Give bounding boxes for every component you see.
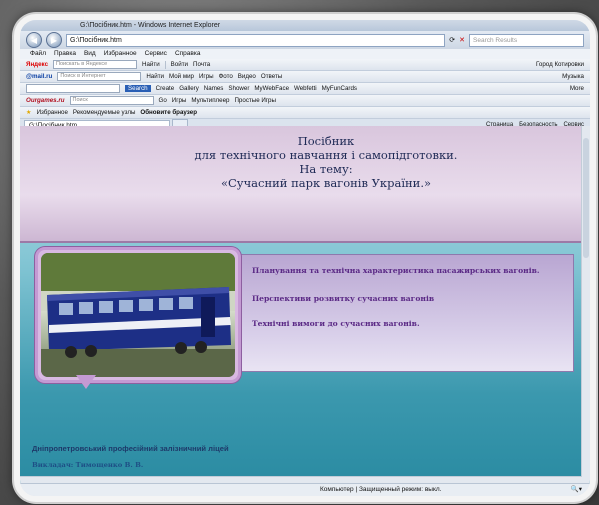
title-line-1: Посібник xyxy=(297,134,355,148)
train-car-image xyxy=(41,253,235,377)
vertical-scrollbar[interactable] xyxy=(581,126,590,484)
favorites-suggested[interactable]: Рекомендуемые узлы xyxy=(73,109,135,116)
page-title: Посібник для технічного навчання і самоп… xyxy=(100,134,552,190)
search-placeholder: Search Results xyxy=(473,36,518,44)
screenshot-frame: G:\Посібник.htm - Windows Internet Explo… xyxy=(14,14,596,502)
tb-create[interactable]: Create xyxy=(156,85,175,92)
forward-button[interactable]: ▶ xyxy=(46,32,62,48)
tb-names[interactable]: Names xyxy=(204,85,224,92)
mail-music[interactable]: Музыка xyxy=(562,73,590,80)
school-name: Дніпропетровський професійний залізнични… xyxy=(32,444,229,453)
yandex-right-group: Город Котировки xyxy=(536,61,590,68)
menu-favorites[interactable]: Избранное xyxy=(104,49,137,59)
page-header-band: Посібник для технічного навчання і самоп… xyxy=(20,126,582,243)
ourgames-toolbar: Ourgames.ru Поиск Go Игры Мультиплеер Пр… xyxy=(20,95,590,107)
mail-search-input[interactable]: Поиск в Интернет xyxy=(57,72,142,81)
favorites-bar: ★ Избранное Рекомендуемые узлы Обновите … xyxy=(20,107,590,119)
menu-view[interactable]: Вид xyxy=(84,49,96,59)
page-content: Посібник для технічного навчання і самоп… xyxy=(20,126,590,484)
tb-more[interactable]: More xyxy=(570,85,590,92)
menu-help[interactable]: Справка xyxy=(175,49,201,59)
yandex-logo[interactable]: Яндекс xyxy=(26,61,48,68)
menu-file[interactable]: Файл xyxy=(30,49,46,59)
ourgames-logo[interactable]: Ourgames.ru xyxy=(26,97,65,104)
search-button[interactable]: Search xyxy=(125,85,151,92)
zoom-icon[interactable]: 🔍▾ xyxy=(571,484,582,496)
mail-answers[interactable]: Ответы xyxy=(261,73,282,80)
topic-link-1[interactable]: Планування та технічна характеристика па… xyxy=(252,266,540,275)
train-photo xyxy=(41,253,235,377)
train-photo-frame xyxy=(35,247,241,383)
back-button[interactable]: ◀ xyxy=(26,32,42,48)
tb-webfetti[interactable]: Webfetti xyxy=(294,85,317,92)
security-zone: Компьютер | Защищенный режим: выкл. xyxy=(320,486,442,493)
url-text: G:\Посібник.htm xyxy=(70,36,122,44)
yandex-quotes[interactable]: Котировки xyxy=(554,61,584,68)
window-title: G:\Посібник.htm - Windows Internet Explo… xyxy=(80,22,221,29)
tb-shower[interactable]: Shower xyxy=(228,85,249,92)
favorites-label[interactable]: Избранное xyxy=(37,109,68,116)
mail-logo[interactable]: @mail.ru xyxy=(26,73,52,80)
mail-toolbar: @mail.ru Поиск в Интернет Найти Мой мир … xyxy=(20,71,590,83)
yandex-city[interactable]: Город xyxy=(536,61,553,68)
menu-bar: Файл Правка Вид Избранное Сервис Справка xyxy=(20,49,590,59)
browser-window: G:\Посібник.htm - Windows Internet Explo… xyxy=(20,20,590,496)
yandex-mail[interactable]: Почта xyxy=(193,61,210,68)
stop-icon[interactable]: ✕ xyxy=(459,36,465,44)
refresh-icon[interactable]: ⟳ xyxy=(449,36,455,44)
mail-find-button[interactable]: Найти xyxy=(146,73,164,80)
status-bar: Компьютер | Защищенный режим: выкл. 🔍▾ xyxy=(20,483,590,496)
yandex-login[interactable]: Войти xyxy=(171,61,188,68)
yandex-search-input[interactable]: Поискать в Яндексе xyxy=(53,60,138,69)
favorites-update[interactable]: Обновите браузер xyxy=(140,109,197,116)
scrollbar-thumb[interactable] xyxy=(583,138,589,258)
search-toolbar: Search Create Gallery Names Shower MyWeb… xyxy=(20,83,590,95)
title-line-3: На тему: xyxy=(299,162,353,176)
tb-myfuncards[interactable]: MyFunCards xyxy=(322,85,357,92)
menu-tools[interactable]: Сервис xyxy=(145,49,167,59)
mail-games[interactable]: Игры xyxy=(199,73,214,80)
title-bar: G:\Посібник.htm - Windows Internet Explo… xyxy=(20,20,590,31)
ourgames-multiplayer[interactable]: Мультиплеер xyxy=(191,97,229,104)
star-icon[interactable]: ★ xyxy=(26,109,32,116)
url-input[interactable]: G:\Посібник.htm xyxy=(66,33,446,47)
mail-photo[interactable]: Фото xyxy=(219,73,233,80)
yandex-toolbar: Яндекс Поискать в Яндексе Найти Войти По… xyxy=(20,59,590,71)
address-bar: ◀ ▶ G:\Посібник.htm ⟳ ✕ Search Results xyxy=(20,31,590,49)
ourgames-games[interactable]: Игры xyxy=(172,97,187,104)
ourgames-search-input[interactable]: Поиск xyxy=(69,96,154,105)
topic-link-2[interactable]: Перспективи розвитку сучасних вагонів xyxy=(252,294,434,303)
ourgames-simple[interactable]: Простые Игры xyxy=(234,97,275,104)
mail-video[interactable]: Видео xyxy=(238,73,256,80)
photo-callout-tail xyxy=(76,375,96,389)
tb-mywebface[interactable]: MyWebFace xyxy=(254,85,289,92)
toolbar-search-field[interactable] xyxy=(26,84,120,93)
teacher-name: Викладач: Тимощенко В. В. xyxy=(32,461,144,469)
tb-gallery[interactable]: Gallery xyxy=(179,85,199,92)
title-line-2: для технічного навчання і самопідготовки… xyxy=(194,148,458,162)
mail-myworld[interactable]: Мой мир xyxy=(169,73,194,80)
topic-link-3[interactable]: Технічні вимоги до сучасних вагонів. xyxy=(252,319,420,328)
ourgames-go-button[interactable]: Go xyxy=(159,97,167,104)
yandex-find-button[interactable]: Найти xyxy=(142,61,160,68)
menu-edit[interactable]: Правка xyxy=(54,49,76,59)
separator xyxy=(164,60,166,69)
search-input[interactable]: Search Results xyxy=(469,33,584,47)
title-line-4: «Сучасний парк вагонів України.» xyxy=(220,176,432,190)
